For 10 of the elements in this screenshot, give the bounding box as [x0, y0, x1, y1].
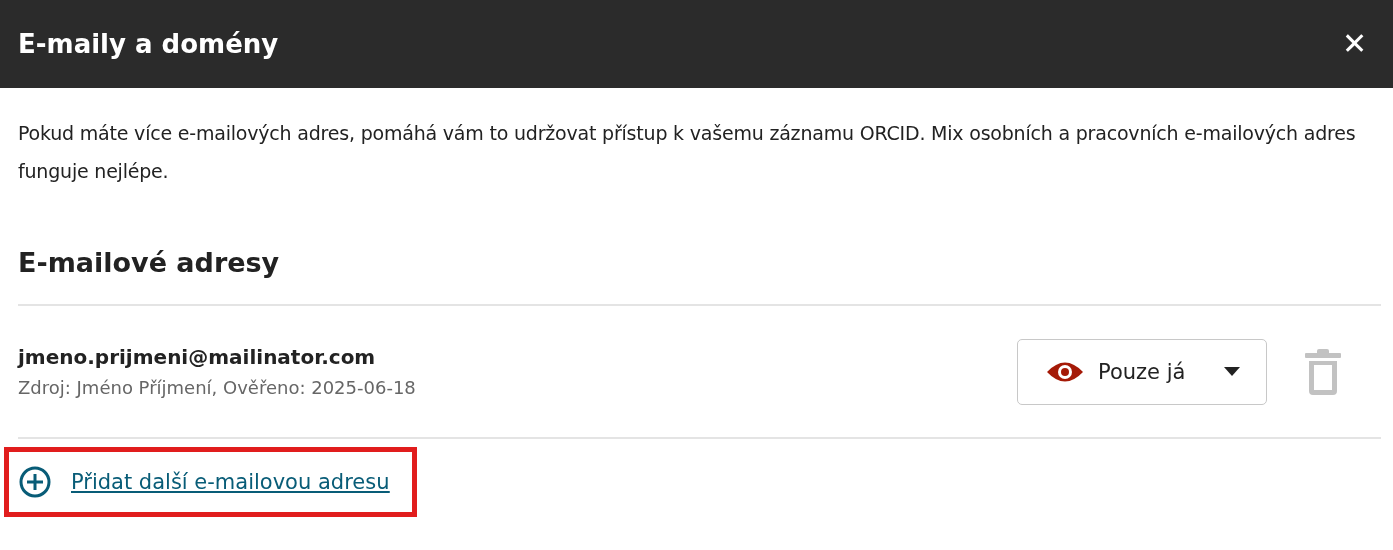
section-heading: E-mailové adresy	[18, 244, 1381, 306]
intro-text: Pokud máte více e-mailových adres, pomáhá vám to udržovat přístup k vašemu záznamu ORCID. Mix osobních a pracovních e-mailových adres funguje nejlépe.	[18, 121, 1357, 184]
visibility-dropdown[interactable]: Pouze já	[1017, 338, 1267, 405]
email-source: Zdroj: Jméno Příjmení, Ověřeno: 2025-06-18	[18, 377, 417, 398]
dialog-title: E-maily a domény	[18, 29, 279, 59]
caret-icon	[1224, 367, 1240, 376]
email-address: jmeno.prijmeni@mailinator.com	[18, 345, 377, 369]
plus-circle-icon	[19, 466, 51, 498]
close-button[interactable]: ✕	[1334, 29, 1375, 59]
add-email-link[interactable]: Přidat další e-mailovou adresu	[19, 466, 390, 498]
